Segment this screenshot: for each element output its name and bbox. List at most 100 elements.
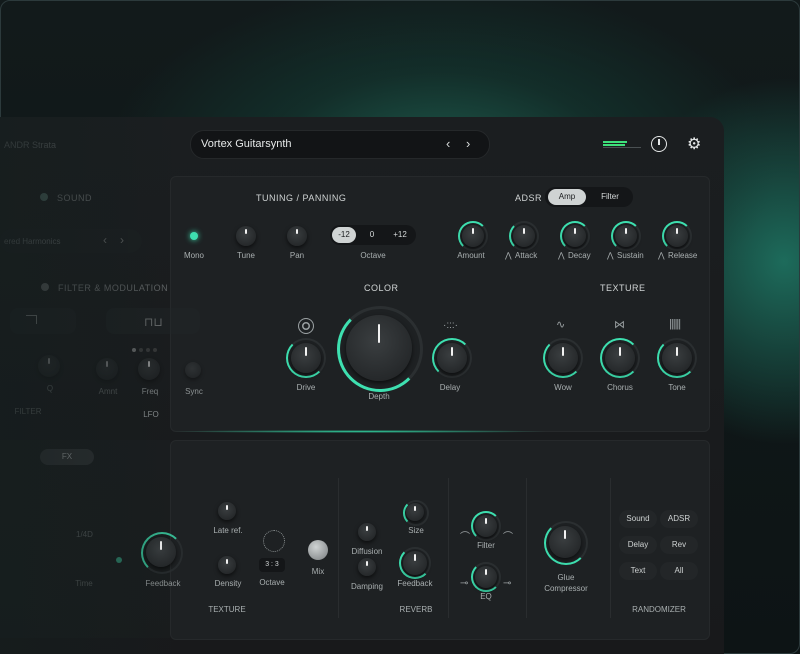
harmonics-selector[interactable]: ered Harmonics ‹ › xyxy=(0,229,142,253)
glue-compressor-label: Glue Compressor xyxy=(544,573,588,593)
release-curve-icon: ⋀ xyxy=(658,251,665,260)
damping-label: Damping xyxy=(350,582,383,591)
wow-knob[interactable] xyxy=(548,343,578,373)
square-wave-icon: ⊓⊔ xyxy=(144,315,163,329)
sustain-knob[interactable] xyxy=(615,225,637,247)
mix-knob[interactable] xyxy=(308,540,328,560)
mono-toggle[interactable] xyxy=(190,232,198,240)
color-delay-knob[interactable] xyxy=(437,343,467,373)
next-harmonics-icon[interactable]: › xyxy=(120,233,124,247)
octave-plus-12[interactable]: +12 xyxy=(388,227,412,243)
randomize-adsr-button[interactable]: ADSR xyxy=(660,510,698,528)
filter-power-icon[interactable] xyxy=(41,283,49,291)
time-label: Time xyxy=(75,579,93,588)
octave-minus-12[interactable]: -12 xyxy=(332,227,356,243)
fx-octave-label: Octave xyxy=(259,578,285,587)
eq-knob[interactable] xyxy=(475,566,497,588)
pan-knob[interactable] xyxy=(287,226,307,246)
tab-amp[interactable]: Amp xyxy=(548,189,586,205)
amount-mod-knob[interactable] xyxy=(96,358,118,380)
lowpass-icon xyxy=(26,315,37,324)
reverb-section-label: REVERB xyxy=(399,605,433,614)
delay-feedback-label: Feedback xyxy=(145,579,181,588)
release-knob[interactable] xyxy=(666,225,688,247)
reverb-feedback-label: Feedback xyxy=(397,579,433,588)
depth-knob[interactable] xyxy=(346,315,412,381)
amount-knob[interactable] xyxy=(462,225,484,247)
delay-time-value: 1/4D xyxy=(76,530,93,539)
lfo-shape-selector[interactable]: ⊓⊔ xyxy=(106,308,200,334)
octave-0[interactable]: 0 xyxy=(362,227,382,243)
depth-label: Depth xyxy=(368,392,390,401)
delay-feedback-knob[interactable] xyxy=(146,537,176,567)
randomize-text-button[interactable]: Text xyxy=(619,562,657,580)
drive-label: Drive xyxy=(296,383,316,392)
decay-label: Decay xyxy=(568,251,591,260)
size-label: Size xyxy=(408,526,424,535)
amnt-label: Amnt xyxy=(98,387,118,396)
reverb-divider xyxy=(448,478,449,618)
tuner-icon[interactable] xyxy=(651,136,667,152)
gear-icon[interactable]: ⚙ xyxy=(687,134,701,154)
adsr-tab-group: Amp Filter xyxy=(545,187,633,207)
pan-label: Pan xyxy=(289,251,305,260)
randomize-rev-button[interactable]: Rev xyxy=(660,536,698,554)
color-title: COLOR xyxy=(364,283,399,293)
freq-knob[interactable] xyxy=(138,358,160,380)
octave-selector[interactable]: -12 0 +12 xyxy=(330,225,416,245)
sync-toggle[interactable] xyxy=(185,362,201,378)
late-ref-knob[interactable] xyxy=(218,502,236,520)
diffusion-knob[interactable] xyxy=(358,523,376,541)
glow-divider xyxy=(170,430,550,433)
filter-type-selector[interactable] xyxy=(10,308,76,334)
low-shelf-icon: ⊸ xyxy=(460,578,469,589)
color-delay-label: Delay xyxy=(439,383,461,392)
texture-section-label: TEXTURE xyxy=(208,605,246,614)
freq-label: Freq xyxy=(141,387,159,396)
mono-label: Mono xyxy=(183,251,204,260)
level-meter xyxy=(603,141,641,148)
q-knob[interactable] xyxy=(38,355,60,377)
octave-dial[interactable] xyxy=(263,530,285,552)
delay-time-selector[interactable]: 1/4D xyxy=(66,523,102,567)
decay-knob[interactable] xyxy=(564,225,586,247)
harmonics-label: ered Harmonics xyxy=(4,237,61,246)
damping-knob[interactable] xyxy=(358,558,376,576)
tab-filter[interactable]: Filter xyxy=(591,189,629,205)
lfo-page-dots xyxy=(132,339,162,352)
preset-name: Vortex Guitarsynth xyxy=(201,138,292,150)
randomize-all-button[interactable]: All xyxy=(660,562,698,580)
reverb-feedback-knob[interactable] xyxy=(403,551,427,575)
main-panel xyxy=(170,176,710,432)
decay-curve-icon: ⋀ xyxy=(558,251,565,260)
drive-knob[interactable] xyxy=(291,343,321,373)
fx-filter-label: Filter xyxy=(477,541,495,550)
sync-label: Sync xyxy=(185,387,203,396)
density-knob[interactable] xyxy=(218,556,236,574)
tune-knob[interactable] xyxy=(236,226,256,246)
diffusion-label: Diffusion xyxy=(351,547,383,556)
tone-bars-icon: |||||| xyxy=(669,318,681,330)
prev-preset-icon[interactable]: ‹ xyxy=(446,136,450,151)
glue-compressor-knob[interactable] xyxy=(549,526,581,558)
eq-label: EQ xyxy=(480,592,492,601)
filter-mod-title: FILTER & MODULATION xyxy=(58,283,169,293)
randomize-delay-button[interactable]: Delay xyxy=(619,536,657,554)
release-label: Release xyxy=(668,251,698,260)
fx-filter-knob[interactable] xyxy=(475,515,497,537)
sound-power-icon[interactable] xyxy=(40,193,48,201)
eq-divider xyxy=(526,478,527,618)
randomize-sound-button[interactable]: Sound xyxy=(619,510,657,528)
size-knob[interactable] xyxy=(406,503,424,521)
preset-selector[interactable]: Vortex Guitarsynth ‹ › xyxy=(190,130,490,159)
tone-knob[interactable] xyxy=(662,343,692,373)
tune-label: Tune xyxy=(237,251,255,260)
attack-knob[interactable] xyxy=(513,225,535,247)
fx-tab[interactable]: FX xyxy=(40,449,94,465)
randomizer-section-label: RANDOMIZER xyxy=(632,605,686,614)
chorus-knob[interactable] xyxy=(605,343,635,373)
next-preset-icon[interactable]: › xyxy=(466,136,470,151)
prev-harmonics-icon[interactable]: ‹ xyxy=(103,233,107,247)
tone-label: Tone xyxy=(668,383,686,392)
lowpass-fx-icon: ⌒ xyxy=(503,532,513,543)
